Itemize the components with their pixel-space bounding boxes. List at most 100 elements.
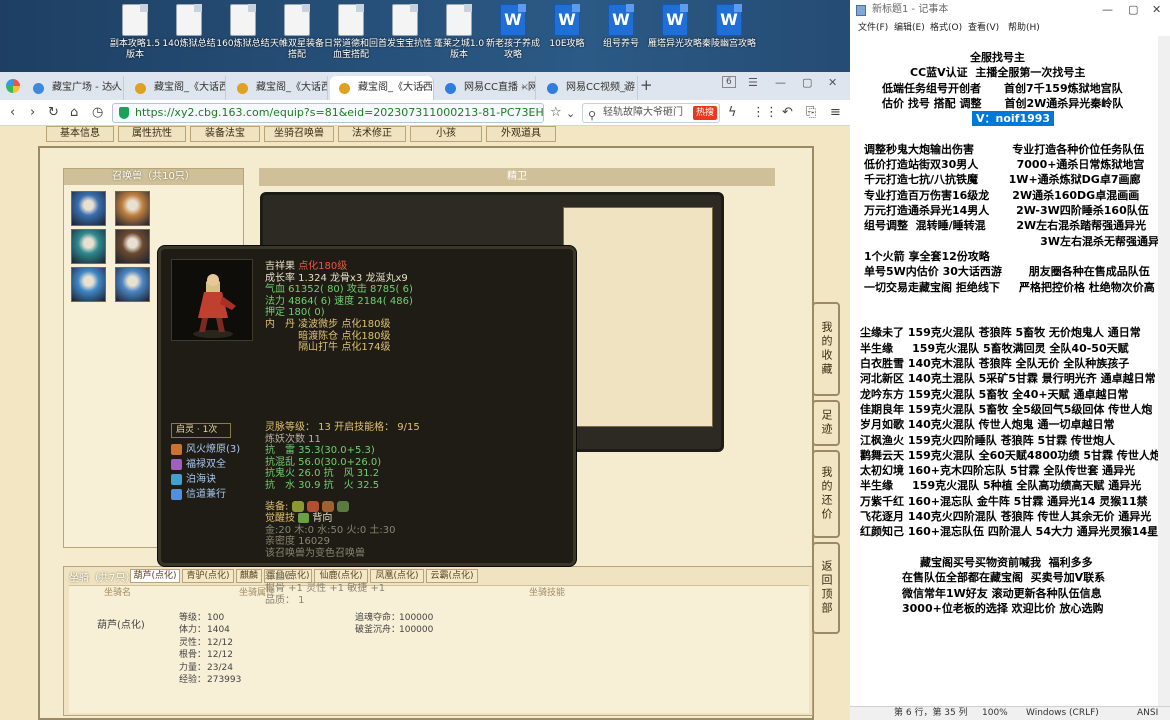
dropdown-arrow-icon[interactable]: ⌄: [566, 105, 575, 122]
desktop-icon[interactable]: 副本攻略1.5版本: [108, 4, 162, 70]
skill-name: 泊海诀: [186, 474, 216, 485]
side-button[interactable]: 我的还价: [812, 450, 840, 538]
hot-search-badge[interactable]: 热搜: [692, 106, 717, 120]
browser-tab[interactable]: 网易CC直播 - 网 ×: [436, 76, 536, 100]
desktop-icon[interactable]: 天帷双星装备搭配: [270, 4, 324, 70]
tab-count-badge[interactable]: 6: [722, 76, 736, 88]
undo-icon[interactable]: ↶: [782, 104, 793, 121]
bookmark-star-icon[interactable]: ☆: [550, 104, 562, 121]
category-tab[interactable]: 装备法宝: [190, 126, 260, 142]
desktop-icon[interactable]: W 雁塔异光攻略: [648, 4, 702, 70]
tooltip-line: 抗鬼火 26.0 抗 风 31.2: [265, 468, 380, 480]
category-tab[interactable]: 坐骑召唤兽: [264, 126, 334, 142]
maximize-icon[interactable]: ▢: [1128, 0, 1138, 20]
desktop-icon[interactable]: 160炼狱总结: [216, 4, 270, 70]
lightning-icon[interactable]: ϟ: [728, 104, 737, 121]
mount-tab[interactable]: 葫芦(点化): [130, 569, 180, 583]
maximize-icon[interactable]: ▢: [802, 76, 812, 89]
refresh-icon[interactable]: ↻: [48, 104, 59, 121]
category-tab[interactable]: 小孩: [410, 126, 482, 142]
category-tab[interactable]: 基本信息: [46, 126, 114, 142]
equip-slot-icon[interactable]: [306, 501, 319, 512]
notepad-line: 1个火箭 享全套12份攻略: [864, 249, 990, 263]
category-tab[interactable]: 外观道具: [486, 126, 556, 142]
notepad-title: 新标题1 - 记事本: [872, 4, 949, 15]
summon-thumbnail[interactable]: [71, 191, 106, 226]
more-menu-icon[interactable]: ≡: [830, 104, 841, 121]
skill-item[interactable]: 泊海诀: [171, 472, 240, 487]
browser-logo-icon[interactable]: [6, 79, 20, 93]
detail-side-panel: [563, 207, 713, 427]
desktop-icon[interactable]: W 新老孩子养成攻略: [486, 4, 540, 70]
tab-close-icon[interactable]: ×: [109, 76, 117, 100]
tab-close-icon[interactable]: ×: [313, 76, 321, 100]
equip-slot-icon[interactable]: [337, 501, 350, 512]
tab-favicon-icon: [445, 83, 456, 94]
summon-thumbnail[interactable]: [115, 229, 150, 264]
side-button[interactable]: 我的收藏: [812, 302, 840, 396]
browser-tab[interactable]: 藏宝广场 - 达人 ×: [24, 76, 124, 100]
notepad-menu-item[interactable]: 编辑(E): [894, 20, 925, 36]
desktop-icon[interactable]: 首发宝宝抗性: [378, 4, 432, 70]
summon-thumbnail[interactable]: [71, 229, 106, 264]
screenshot-icon[interactable]: ⎘: [806, 104, 816, 121]
minimize-icon[interactable]: —: [1102, 0, 1113, 20]
side-button[interactable]: 返回顶部: [812, 542, 840, 634]
mount-tab[interactable]: 麒麟: [236, 569, 262, 583]
close-window-icon[interactable]: ✕: [1152, 0, 1161, 20]
mount-attr-row: 根骨：12/12: [179, 647, 233, 660]
tooltip-line: 隔山打牛 点化174级: [265, 342, 391, 354]
tab-close-icon[interactable]: ×: [419, 76, 427, 100]
desktop-icon[interactable]: W 组号养号: [594, 4, 648, 70]
browser-tab[interactable]: 藏宝阁_《大话西 ×: [228, 76, 328, 100]
mount-tab[interactable]: 云霸(点化): [426, 569, 478, 583]
notepad-menu-item[interactable]: 格式(O): [930, 20, 962, 36]
browser-tab[interactable]: 藏宝阁_《大话西 ×: [330, 76, 434, 100]
notepad-menu-item[interactable]: 查看(V): [968, 20, 999, 36]
mount-tab[interactable]: 青驴(点化): [182, 569, 234, 583]
back-icon[interactable]: ‹: [10, 104, 15, 121]
spirit-badge: 启灵 · 1次: [171, 423, 231, 438]
notepad-menu-item[interactable]: 帮助(H): [1008, 20, 1040, 36]
browser-tab[interactable]: 网易CC视频_游 ×: [538, 76, 638, 100]
notepad-scrollbar[interactable]: [1158, 36, 1170, 706]
tab-close-icon[interactable]: ×: [623, 76, 631, 100]
apps-grid-icon[interactable]: ⋮⋮: [752, 104, 778, 121]
notepad-text-area[interactable]: 全服找号主 CC蓝V认证 主播全服第一次找号主 低端任务组号开创者 首创7千159炼…: [850, 38, 1166, 706]
skill-item[interactable]: 风火燎原(3): [171, 442, 240, 457]
address-bar[interactable]: https://xy2.cbg.163.com/equip?s=81&eid=2…: [112, 103, 544, 123]
skill-item[interactable]: 福禄双全: [171, 457, 240, 472]
close-window-icon[interactable]: ✕: [828, 76, 837, 89]
notepad-menu-item[interactable]: 文件(F): [858, 20, 888, 36]
notepad-line: 半生缘 159克火混队 5畜牧满回灵 全队40-50天赋: [860, 341, 1129, 355]
minimize-icon[interactable]: —: [775, 76, 786, 89]
home-icon[interactable]: ⌂: [70, 104, 78, 121]
tab-close-icon[interactable]: ×: [211, 76, 219, 100]
equip-slot-icon[interactable]: [291, 501, 304, 512]
summon-thumbnail[interactable]: [115, 191, 150, 226]
equip-slot-icon[interactable]: [321, 501, 334, 512]
summon-thumbnail[interactable]: [115, 267, 150, 302]
tab-close-icon[interactable]: ×: [521, 76, 529, 100]
forward-icon[interactable]: ›: [30, 104, 35, 121]
desktop-icon-label: 140炼狱总结: [162, 39, 216, 49]
browser-tab[interactable]: 藏宝阁_《大话西 ×: [126, 76, 226, 100]
category-tab[interactable]: 属性抗性: [118, 126, 186, 142]
desktop-icon-label: 160炼狱总结: [216, 39, 270, 49]
history-icon[interactable]: ◷: [92, 104, 103, 121]
category-tab[interactable]: 法术修正: [338, 126, 406, 142]
search-box[interactable]: ⚲ 轻轨故障大爷砸门 热搜: [582, 103, 720, 123]
side-button[interactable]: 足迹: [812, 400, 840, 446]
skill-item[interactable]: 信道兼行: [171, 487, 240, 502]
tab-favicon-icon: [339, 83, 350, 94]
desktop-icon[interactable]: W 秦陵幽宫攻略: [702, 4, 756, 70]
mount-attr-row: 体力：1404: [179, 622, 230, 635]
summon-thumbnail[interactable]: [71, 267, 106, 302]
desktop-icon[interactable]: 日常道德和回血宝搭配: [324, 4, 378, 70]
window-menu-icon[interactable]: ☰: [748, 76, 758, 89]
new-tab-button[interactable]: +: [640, 76, 653, 94]
desktop-icon[interactable]: W 10E攻略: [540, 4, 594, 70]
notepad-line: 在售队伍全部都在藏宝阁 买卖号加V联系: [902, 571, 1106, 585]
desktop-icon[interactable]: 140炼狱总结: [162, 4, 216, 70]
desktop-icon[interactable]: 蓬莱之城1.0版本: [432, 4, 486, 70]
